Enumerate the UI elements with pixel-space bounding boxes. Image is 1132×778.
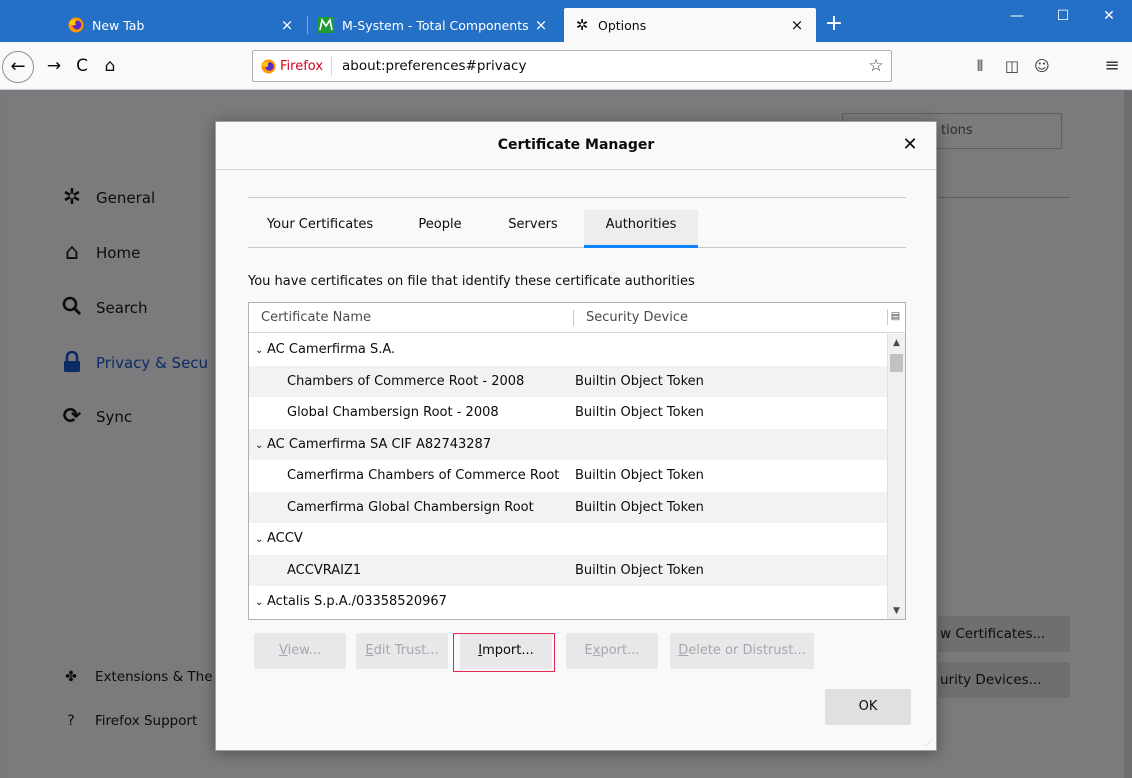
puzzle-icon: ✤: [65, 669, 77, 685]
view-button[interactable]: View...: [254, 633, 346, 669]
bookmark-star-icon[interactable]: ☆: [861, 56, 891, 76]
sidebar-item-label: Home: [96, 244, 141, 262]
close-icon[interactable]: ×: [278, 16, 296, 34]
dialog-title: Certificate Manager: [497, 137, 655, 153]
resize-grip-icon[interactable]: ⋰: [925, 739, 933, 747]
tree-row[interactable]: Camerfirma Chambers of Commerce Root Buil…: [249, 460, 887, 492]
close-window-button[interactable]: ✕: [1086, 0, 1132, 32]
tab-servers[interactable]: Servers: [496, 210, 570, 248]
minimize-button[interactable]: —: [994, 0, 1040, 32]
security-devices-button[interactable]: urity Devices...: [938, 662, 1070, 698]
tree-scrollbar[interactable]: ▲ ▼: [887, 334, 905, 619]
identity-box[interactable]: Firefox: [253, 56, 333, 76]
divider: [938, 197, 1070, 198]
view-certificates-button[interactable]: w Certificates...: [938, 616, 1070, 652]
lock-icon: [60, 350, 84, 375]
scroll-down-icon[interactable]: ▼: [888, 603, 905, 619]
tree-row[interactable]: Global Chambersign Root - 2008 Builtin Ob…: [249, 397, 887, 429]
chevron-down-icon[interactable]: ⌄: [255, 430, 267, 462]
sidebar-item-label: Extensions & The: [95, 669, 213, 685]
home-icon: ⌂: [65, 240, 79, 265]
forward-button[interactable]: →: [40, 52, 68, 80]
title-bar: New Tab × M-System - Total Components × …: [0, 0, 1132, 42]
tab-title: M-System - Total Components: [342, 17, 529, 33]
sidebar-item-label: Sync: [96, 408, 133, 426]
scroll-thumb[interactable]: [890, 354, 903, 372]
sidebar-item-label: Firefox Support: [95, 713, 198, 729]
sidebar-item-search[interactable]: Search: [60, 296, 148, 320]
maximize-button[interactable]: ☐: [1040, 0, 1086, 32]
chevron-down-icon[interactable]: ⌄: [255, 335, 267, 367]
new-tab-button[interactable]: +: [818, 8, 850, 42]
tab-authorities[interactable]: Authorities: [584, 210, 698, 248]
nav-toolbar: ← → C ⌂ Firefox about:preferences#privac…: [0, 42, 1132, 90]
sidebar-item-label: General: [96, 189, 156, 207]
account-icon[interactable]: ☺: [1030, 54, 1054, 78]
tab-title: Options: [598, 17, 647, 33]
url-bar[interactable]: Firefox about:preferences#privacy ☆: [252, 50, 892, 82]
tab-options[interactable]: ✲ Options ×: [564, 8, 816, 42]
gear-icon: ✲: [575, 16, 589, 34]
firefox-icon: [68, 17, 84, 33]
tree-rows: ⌄ AC Camerfirma S.A. Chambers of Commerce…: [249, 334, 887, 618]
dialog-header: Certificate Manager ✕: [216, 122, 936, 170]
identity-label: Firefox: [280, 58, 324, 74]
certificate-tabs: Your Certificates People Servers Authori…: [248, 210, 906, 248]
m-system-icon: [318, 17, 334, 33]
sidebar-item-privacy[interactable]: Privacy & Secu: [60, 350, 209, 375]
column-picker-icon[interactable]: ▤: [887, 309, 903, 325]
tree-row[interactable]: Chambers of Commerce Root - 2008 Builtin …: [249, 365, 887, 397]
sidebar-item-general[interactable]: ✲ General: [60, 186, 155, 210]
url-text[interactable]: about:preferences#privacy: [332, 58, 861, 74]
search-icon: [60, 296, 84, 320]
tree-row[interactable]: ⌄ ACCV: [249, 523, 887, 555]
tab-new-tab[interactable]: New Tab ×: [58, 8, 306, 42]
sidebar-icon[interactable]: ◫: [1000, 54, 1024, 78]
gear-icon: ✲: [62, 185, 82, 210]
ok-button[interactable]: OK: [825, 689, 911, 725]
scroll-up-icon[interactable]: ▲: [888, 335, 905, 351]
tab-your-certificates[interactable]: Your Certificates: [256, 210, 384, 248]
divider: [248, 197, 906, 198]
sidebar-item-home[interactable]: ⌂ Home: [60, 241, 140, 265]
menu-icon[interactable]: ≡: [1100, 54, 1124, 78]
sidebar-item-label: Search: [96, 299, 148, 317]
edit-trust-button[interactable]: Edit Trust...: [356, 633, 448, 669]
sidebar-item-sync[interactable]: ⟳ Sync: [60, 405, 132, 429]
column-certificate-name[interactable]: Certificate Name: [261, 303, 371, 333]
import-highlight: [453, 633, 555, 672]
chevron-down-icon[interactable]: ⌄: [255, 587, 267, 619]
tree-row[interactable]: ⌄ Actalis S.p.A./03358520967: [249, 586, 887, 618]
sidebar-item-support[interactable]: ? Firefox Support: [63, 713, 197, 729]
tab-m-system[interactable]: M-System - Total Components ×: [308, 8, 560, 42]
home-button[interactable]: ⌂: [96, 52, 124, 80]
tree-row[interactable]: Camerfirma Global Chambersign Root Builti…: [249, 491, 887, 523]
export-button[interactable]: Export...: [566, 633, 658, 669]
help-icon: ?: [67, 713, 75, 729]
tree-header: Certificate Name Security Device ▤: [249, 303, 905, 333]
tree-row[interactable]: ⌄ AC Camerfirma S.A.: [249, 334, 887, 366]
page-scrollbar[interactable]: [1124, 91, 1132, 778]
tab-people[interactable]: People: [408, 210, 472, 248]
tree-row[interactable]: ACCVRAIZ1 Builtin Object Token: [249, 554, 887, 586]
chevron-down-icon[interactable]: ⌄: [255, 524, 267, 556]
delete-or-distrust-button[interactable]: Delete or Distrust...: [670, 633, 814, 669]
sidebar-item-extensions[interactable]: ✤ Extensions & The: [63, 669, 213, 685]
tab-title: New Tab: [92, 17, 145, 33]
reload-button[interactable]: C: [68, 52, 96, 80]
firefox-icon: [261, 58, 276, 74]
close-icon[interactable]: ×: [788, 16, 806, 34]
back-button[interactable]: ←: [2, 51, 34, 83]
certificate-manager-dialog: Certificate Manager ✕ Your Certificates …: [215, 121, 937, 751]
sidebar-item-label: Privacy & Secu: [96, 354, 209, 372]
certificate-tree[interactable]: Certificate Name Security Device ▤ ⌄ AC C…: [248, 302, 906, 620]
tree-row[interactable]: ⌄ AC Camerfirma SA CIF A82743287: [249, 428, 887, 462]
column-separator[interactable]: [573, 310, 574, 326]
close-icon[interactable]: ✕: [898, 122, 922, 168]
sync-icon: ⟳: [62, 404, 82, 429]
description-text: You have certificates on file that ident…: [248, 274, 695, 289]
column-security-device[interactable]: Security Device: [586, 303, 688, 333]
close-icon[interactable]: ×: [532, 16, 550, 34]
library-icon[interactable]: ⫴: [968, 54, 992, 78]
